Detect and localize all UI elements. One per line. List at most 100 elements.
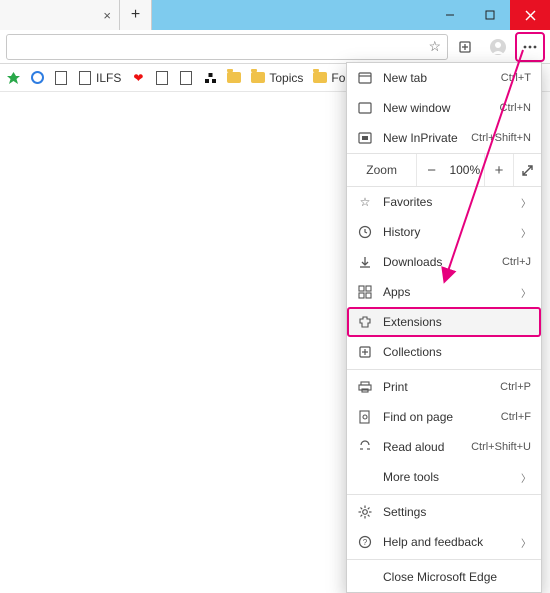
bookmark-label: Topics (269, 71, 303, 85)
page-icon (179, 71, 193, 85)
chevron-right-icon: 〉 (521, 535, 531, 550)
menu-print[interactable]: Print Ctrl+P (347, 372, 541, 402)
bookmark-item[interactable] (227, 71, 241, 85)
page-icon (78, 71, 92, 85)
tab-close-icon[interactable]: × (103, 8, 111, 23)
menu-label: Find on page (383, 410, 491, 424)
apps-icon (357, 284, 373, 300)
window-minimize-button[interactable] (430, 0, 470, 30)
inprivate-icon (357, 130, 373, 146)
chevron-right-icon: 〉 (521, 285, 531, 300)
collections-icon (357, 344, 373, 360)
menu-separator (347, 369, 541, 370)
menu-zoom-row: Zoom − 100% + (347, 153, 541, 187)
menu-label: Downloads (383, 255, 492, 269)
profile-icon (489, 38, 507, 56)
new-tab-button[interactable]: + (120, 0, 152, 30)
menu-close-browser[interactable]: Close Microsoft Edge (347, 562, 541, 592)
menu-shortcut: Ctrl+P (500, 381, 531, 393)
bookmark-item[interactable]: ILFS (78, 71, 121, 85)
menu-label: More tools (383, 470, 511, 484)
menu-shortcut: Ctrl+J (502, 256, 531, 268)
menu-label: Read aloud (383, 440, 461, 454)
menu-new-tab[interactable]: New tab Ctrl+T (347, 63, 541, 93)
bookmark-item[interactable] (155, 71, 169, 85)
zoom-in-button[interactable]: + (484, 154, 514, 186)
window-maximize-button[interactable] (470, 0, 510, 30)
bookmark-item[interactable] (179, 71, 193, 85)
menu-downloads[interactable]: Downloads Ctrl+J (347, 247, 541, 277)
zoom-label: Zoom (347, 163, 416, 177)
extensions-icon (357, 314, 373, 330)
menu-apps[interactable]: Apps 〉 (347, 277, 541, 307)
menu-separator (347, 559, 541, 560)
bookmark-item[interactable] (6, 71, 20, 85)
new-tab-icon (357, 70, 373, 86)
menu-shortcut: Ctrl+Shift+N (471, 132, 531, 144)
collections-button[interactable] (452, 33, 480, 61)
titlebar-drag-area (152, 0, 430, 30)
menu-history[interactable]: History 〉 (347, 217, 541, 247)
menu-label: Help and feedback (383, 535, 511, 549)
menu-label: Apps (383, 285, 511, 299)
menu-shortcut: Ctrl+F (501, 411, 531, 423)
chevron-right-icon: 〉 (521, 195, 531, 210)
fullscreen-icon (521, 164, 534, 177)
bookmark-icon (30, 71, 44, 85)
menu-shortcut: Ctrl+Shift+U (471, 441, 531, 453)
settings-menu: New tab Ctrl+T New window Ctrl+N New InP… (346, 62, 542, 593)
bookmark-folder[interactable]: Topics (251, 71, 303, 85)
folder-icon (251, 71, 265, 85)
menu-label: Settings (383, 505, 531, 519)
page-icon (155, 71, 169, 85)
browser-tab[interactable]: × (0, 0, 120, 30)
bookmark-item[interactable] (203, 71, 217, 85)
menu-label: Extensions (383, 315, 531, 329)
folder-icon (313, 71, 327, 85)
menu-find[interactable]: Find on page Ctrl+F (347, 402, 541, 432)
page-icon (54, 71, 68, 85)
menu-label: Collections (383, 345, 531, 359)
favorite-star-icon[interactable]: ☆ (428, 38, 441, 55)
maximize-icon (485, 10, 495, 20)
menu-favorites[interactable]: ☆ Favorites 〉 (347, 187, 541, 217)
settings-and-more-button[interactable] (516, 33, 544, 61)
menu-more-tools[interactable]: More tools 〉 (347, 462, 541, 492)
menu-label: New tab (383, 71, 491, 85)
menu-settings[interactable]: Settings (347, 497, 541, 527)
find-icon (357, 409, 373, 425)
collections-icon (458, 39, 474, 55)
window-close-button[interactable] (510, 0, 550, 30)
download-icon (357, 254, 373, 270)
bookmark-icon (203, 71, 217, 85)
zoom-out-button[interactable]: − (416, 154, 446, 186)
read-aloud-icon (357, 439, 373, 455)
menu-read-aloud[interactable]: Read aloud Ctrl+Shift+U (347, 432, 541, 462)
bookmark-icon (6, 71, 20, 85)
chevron-right-icon: 〉 (521, 470, 531, 485)
menu-shortcut: Ctrl+T (501, 72, 531, 84)
menu-separator (347, 494, 541, 495)
bookmark-item[interactable]: ❤ (131, 71, 145, 85)
bookmark-label: ILFS (96, 71, 121, 85)
menu-label: Print (383, 380, 490, 394)
close-icon (525, 10, 536, 21)
help-icon: ? (357, 534, 373, 550)
menu-new-window[interactable]: New window Ctrl+N (347, 93, 541, 123)
more-icon (522, 39, 538, 55)
minimize-icon (445, 10, 455, 20)
star-icon: ☆ (357, 194, 373, 210)
print-icon (357, 379, 373, 395)
menu-help[interactable]: ? Help and feedback 〉 (347, 527, 541, 557)
folder-icon (227, 71, 241, 85)
bookmark-item[interactable] (54, 71, 68, 85)
menu-inprivate[interactable]: New InPrivate window Ctrl+Shift+N (347, 123, 541, 153)
menu-shortcut: Ctrl+N (500, 102, 531, 114)
profile-button[interactable] (484, 33, 512, 61)
zoom-value: 100% (446, 163, 484, 177)
bookmark-item[interactable] (30, 71, 44, 85)
address-bar[interactable]: ☆ (6, 34, 448, 60)
menu-extensions[interactable]: Extensions (347, 307, 541, 337)
fullscreen-button[interactable] (513, 154, 541, 186)
menu-collections[interactable]: Collections (347, 337, 541, 367)
